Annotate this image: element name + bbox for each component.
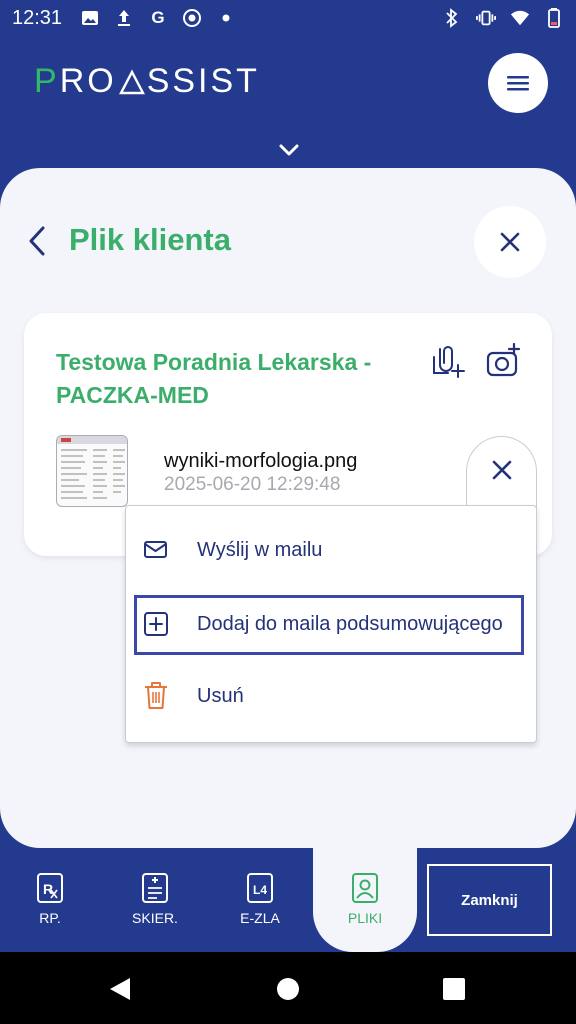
attach-file-icon[interactable] bbox=[430, 343, 466, 379]
file-name: wyniki-morfologia.png bbox=[164, 450, 358, 472]
nav-item-files[interactable]: PLIKI bbox=[330, 868, 400, 938]
menu-button[interactable] bbox=[488, 53, 548, 113]
svg-text:R: R bbox=[43, 881, 53, 897]
close-icon bbox=[500, 232, 520, 252]
dot-icon bbox=[216, 8, 236, 28]
close-button[interactable] bbox=[474, 206, 546, 278]
system-recents-icon[interactable] bbox=[443, 978, 465, 1000]
close-icon bbox=[492, 460, 511, 480]
menu-item-label: Usuń bbox=[197, 684, 244, 707]
logo-letters-ro: RO bbox=[59, 62, 117, 100]
menu-item-label: Wyślij w mailu bbox=[197, 538, 323, 561]
logo-letter-p: P bbox=[34, 62, 60, 100]
page-title: Plik klienta bbox=[69, 222, 231, 257]
image-icon bbox=[80, 8, 100, 28]
status-time: 12:31 bbox=[12, 7, 63, 29]
nav-item-label: RP. bbox=[39, 910, 61, 926]
plus-square-icon bbox=[144, 612, 168, 636]
upload-icon bbox=[114, 8, 134, 28]
wifi-icon bbox=[510, 8, 530, 28]
logo-triangle-icon bbox=[118, 68, 145, 94]
chevron-left-icon[interactable] bbox=[24, 224, 52, 258]
trash-icon bbox=[145, 682, 167, 709]
system-home-icon[interactable] bbox=[277, 978, 299, 1000]
l4-document-icon: L4 bbox=[247, 873, 273, 903]
nav-item-referral[interactable]: SKIER. bbox=[120, 868, 190, 938]
file-preview-image bbox=[57, 436, 127, 499]
menu-item-label: Dodaj do maila podsumowującego bbox=[197, 612, 503, 635]
file-thumbnail[interactable] bbox=[56, 435, 128, 507]
logo-letters-ssist: SSIST bbox=[146, 62, 260, 100]
file-menu-close-button[interactable] bbox=[466, 436, 537, 516]
file-date: 2025-06-20 12:29:48 bbox=[164, 474, 341, 495]
google-icon: G bbox=[151, 8, 165, 27]
app-logo: P RO SSIST bbox=[34, 62, 260, 101]
prescription-icon: R bbox=[37, 873, 63, 903]
menu-item-delete[interactable]: Usuń bbox=[125, 666, 537, 726]
nav-item-prescription[interactable]: R RP. bbox=[15, 868, 85, 938]
system-back-icon[interactable] bbox=[108, 976, 132, 1002]
add-photo-icon[interactable] bbox=[485, 343, 521, 379]
menu-item-add-to-summary-email[interactable]: Dodaj do maila podsumowującego bbox=[125, 594, 537, 654]
bluetooth-icon bbox=[442, 8, 462, 28]
mail-icon bbox=[144, 541, 167, 558]
client-name: Testowa Poradnia Lekarska - PACZKA-MED bbox=[56, 349, 372, 408]
user-file-icon bbox=[352, 873, 378, 903]
close-panel-button[interactable]: Zamknij bbox=[427, 864, 552, 936]
vibrate-icon bbox=[476, 8, 496, 28]
nav-item-label: SKIER. bbox=[132, 910, 178, 926]
svg-text:L4: L4 bbox=[253, 883, 267, 897]
menu-item-send-email[interactable]: Wyślij w mailu bbox=[125, 520, 537, 580]
nav-item-label: PLIKI bbox=[347, 910, 383, 926]
battery-icon bbox=[544, 8, 564, 28]
nav-item-e-zla[interactable]: L4 E-ZLA bbox=[225, 868, 295, 938]
status-bar: 12:31 G bbox=[0, 0, 576, 36]
hamburger-icon bbox=[507, 76, 529, 91]
nav-item-label: E-ZLA bbox=[240, 910, 280, 926]
chrome-icon bbox=[182, 8, 202, 28]
chevron-down-icon[interactable] bbox=[277, 140, 301, 160]
referral-icon bbox=[142, 873, 168, 903]
